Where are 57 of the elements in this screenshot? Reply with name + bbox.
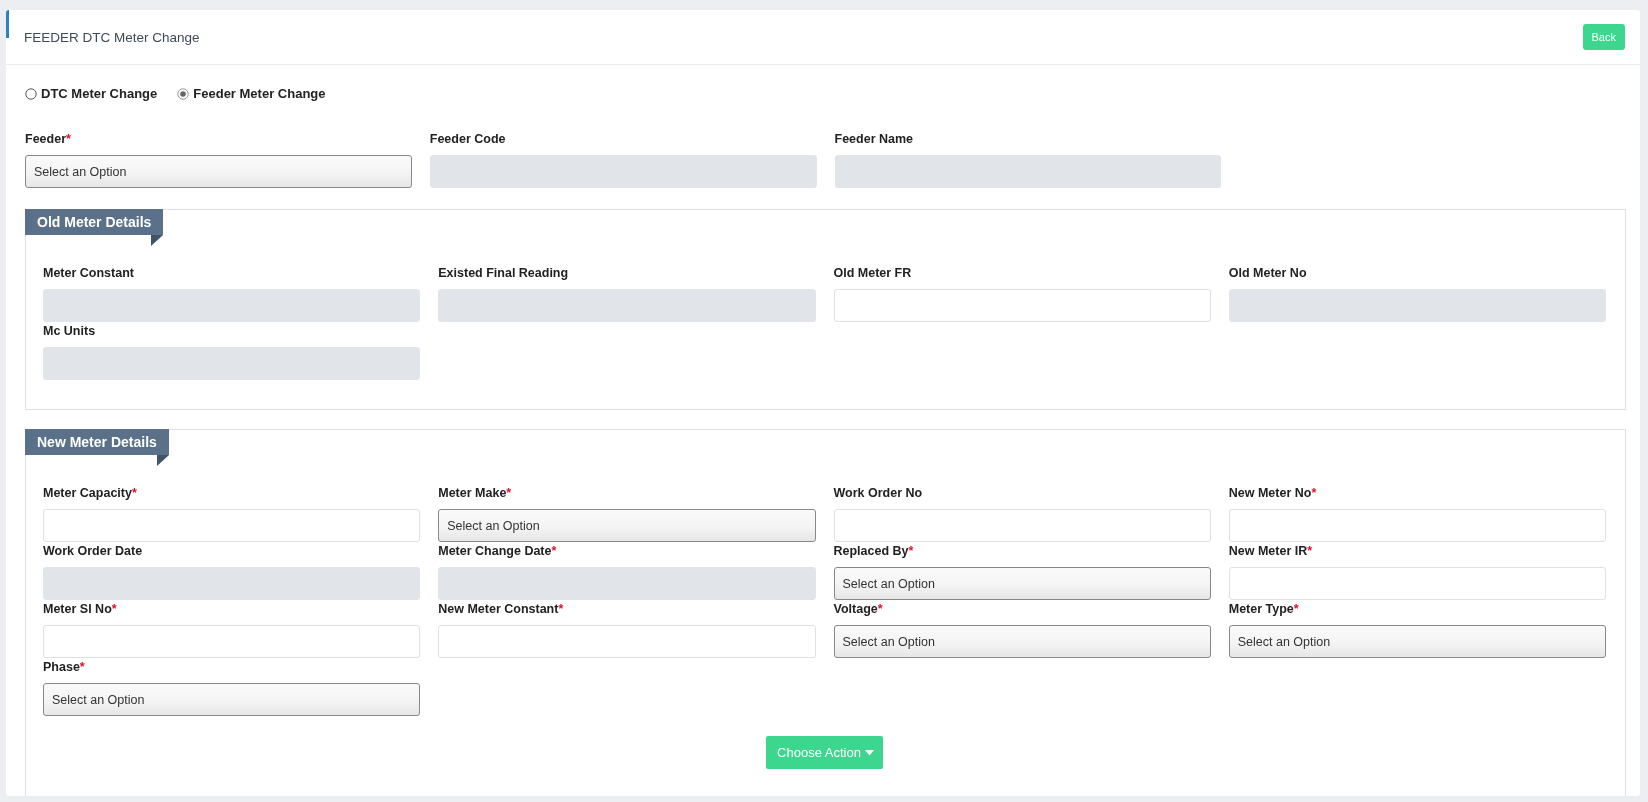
field-label: Meter Change Date (438, 544, 552, 558)
field-label: Meter Type (1228, 602, 1294, 616)
radio-button[interactable] (25, 87, 37, 100)
required-asterisk: * (1293, 602, 1299, 616)
ribbon-fold (151, 235, 163, 246)
radio-label[interactable]: Feeder Meter Change (193, 86, 326, 101)
required-asterisk: * (66, 132, 71, 146)
caret-icon (864, 749, 874, 756)
input-field[interactable] (43, 625, 421, 658)
input-field[interactable] (833, 509, 1211, 542)
field-label: Old Meter No (1228, 266, 1307, 280)
select-field[interactable]: Select an Option (25, 155, 412, 188)
field-label: Feeder Name (834, 132, 913, 146)
field-label: Meter Make (438, 486, 507, 500)
input-field[interactable] (1228, 567, 1606, 600)
required-asterisk: * (111, 602, 117, 616)
input-field[interactable] (43, 509, 421, 542)
radio-label[interactable]: DTC Meter Change (41, 86, 158, 101)
field-label: Voltage (833, 602, 878, 616)
field-label: Feeder Code (429, 132, 506, 146)
field-label: Meter Constant (43, 266, 134, 280)
required-asterisk: * (558, 602, 564, 616)
field-label: Meter Sl No (43, 602, 112, 616)
accent-bar (6, 10, 9, 38)
select-field[interactable]: Select an Option (833, 567, 1211, 600)
required-asterisk: * (506, 486, 512, 500)
required-asterisk: * (79, 660, 85, 674)
select-field[interactable]: Select an Option (833, 625, 1211, 658)
field-label: Mc Units (43, 324, 96, 338)
field-label: Work Order Date (43, 544, 143, 558)
required-asterisk: * (1307, 544, 1313, 558)
input-field[interactable] (1228, 509, 1606, 542)
page-title: FEEDER DTC Meter Change (24, 29, 200, 45)
field-label: New Meter IR (1228, 544, 1308, 558)
field-label: Phase (43, 660, 80, 674)
ribbon-fold (157, 455, 169, 466)
field-label: New Meter No (1228, 486, 1312, 500)
required-asterisk: * (131, 486, 137, 500)
required-asterisk: * (551, 544, 557, 558)
field-label: Replaced By (833, 544, 909, 558)
input-field[interactable] (438, 625, 816, 658)
field-label: New Meter Constant (438, 602, 559, 616)
section-heading: New Meter Details (25, 429, 169, 455)
field-label: Existed Final Reading (438, 266, 569, 280)
field-label: Meter Capacity (43, 486, 132, 500)
select-field[interactable]: Select an Option (438, 509, 816, 542)
input-field[interactable] (833, 289, 1211, 322)
radio-button[interactable] (177, 87, 190, 100)
section-heading: Old Meter Details (25, 209, 164, 235)
field-label: Feeder (25, 132, 66, 146)
field-label: Old Meter FR (833, 266, 912, 280)
select-field[interactable]: Select an Option (1228, 625, 1606, 658)
required-asterisk: * (1311, 486, 1317, 500)
required-asterisk: * (877, 602, 883, 616)
field-label: Work Order No (833, 486, 923, 500)
required-asterisk: * (908, 544, 914, 558)
select-field[interactable]: Select an Option (43, 683, 421, 716)
